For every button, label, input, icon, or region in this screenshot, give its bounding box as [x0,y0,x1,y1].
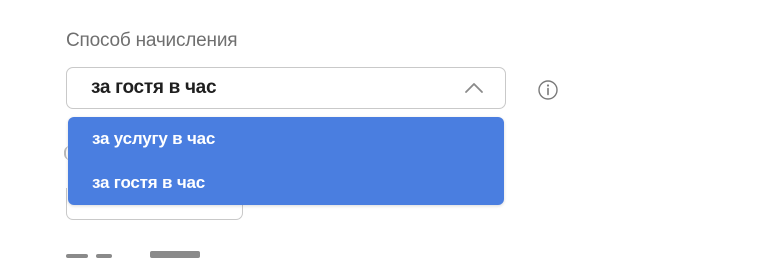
billing-method-selected-value: за гостя в час [91,77,217,98]
billing-method-dropdown: за услугу в час за гостя в час [68,117,504,205]
info-icon[interactable] [537,79,559,101]
chevron-up-icon[interactable] [463,80,485,96]
billing-method-label: Способ начисления [66,30,238,51]
settings-form: Способ начисления за гостя в час за услу… [0,0,780,258]
dropdown-option-per-guest-per-hour[interactable]: за гостя в час [92,173,205,193]
next-section-heading-fragment [66,251,200,258]
billing-method-select[interactable]: за гостя в час [66,67,506,109]
dropdown-option-per-service-per-hour[interactable]: за услугу в час [92,129,215,149]
